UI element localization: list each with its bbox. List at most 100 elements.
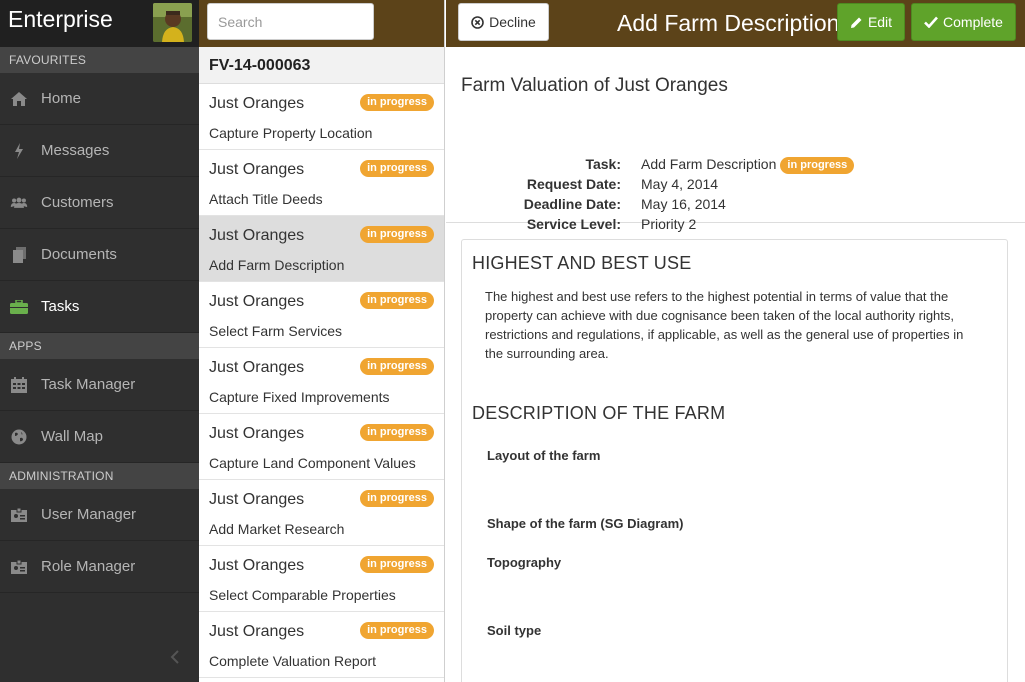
task-item-title: Just Oranges	[209, 359, 305, 376]
task-item-subtitle: Complete Valuation Report	[209, 653, 377, 669]
status-badge: in progress	[360, 292, 434, 309]
search-input[interactable]	[207, 3, 374, 40]
status-badge: in progress	[360, 556, 434, 573]
task-item-title: Just Oranges	[209, 491, 305, 508]
sidebar-item-task-manager[interactable]: Task Manager	[0, 359, 199, 411]
hbu-paragraph: The highest and best use refers to the h…	[485, 289, 964, 361]
sidebar-item-label: Task Manager	[41, 376, 136, 393]
brand-bar: Enterprise	[0, 0, 199, 47]
task-row: Task: Add Farm Description in progress	[446, 156, 1006, 176]
app-title: Enterprise	[8, 6, 113, 32]
collapse-sidebar-icon[interactable]	[170, 650, 180, 664]
sidebar-item-label: Messages	[41, 142, 110, 159]
task-item-subtitle: Capture Fixed Improvements	[209, 389, 390, 405]
list-item[interactable]: Just Oranges in progress Capture Property …	[199, 84, 444, 150]
sidebar-item-label: User Manager	[41, 506, 137, 523]
status-badge: in progress	[360, 358, 434, 375]
soil-type-field-label: Soil type	[487, 623, 542, 638]
section-favourites: FAVOURITES	[0, 47, 199, 73]
topography-field-label: Topography	[487, 555, 562, 570]
sidebar-item-home[interactable]: Home	[0, 73, 199, 125]
sidebar-item-messages[interactable]: Messages	[0, 125, 199, 177]
status-badge: in progress	[780, 157, 855, 174]
search-bar	[199, 0, 444, 47]
task-list-pane: FV-14-000063 Just Oranges in progress Capt…	[199, 0, 445, 682]
status-badge: in progress	[360, 490, 434, 507]
task-item-subtitle: Select Farm Services	[209, 323, 343, 339]
task-summary: Farm Valuation of Just Oranges Task: Add…	[446, 47, 1025, 232]
task-value: Add Farm Description in progress	[641, 156, 855, 174]
sidebar-item-label: Tasks	[41, 298, 80, 315]
sidebar-item-wall-map[interactable]: Wall Map	[0, 411, 199, 463]
task-item-subtitle: Add Market Research	[209, 521, 345, 537]
section-administration: ADMINISTRATION	[0, 463, 199, 489]
list-item[interactable]: Just Oranges in progress Select Comparable…	[199, 546, 444, 612]
request-date-value: May 4, 2014	[641, 176, 719, 192]
deadline-date-key: Deadline Date:	[523, 196, 621, 212]
complete-button[interactable]: Complete	[911, 3, 1016, 41]
task-item-title: Just Oranges	[209, 161, 305, 178]
list-item[interactable]: Just Oranges in progress Complete Valuatio…	[199, 612, 444, 678]
documents-icon	[10, 246, 28, 264]
task-list: Just Oranges in progress Capture Property …	[199, 84, 444, 678]
case-id-header: FV-14-000063	[199, 47, 444, 84]
lightning-icon	[10, 142, 28, 160]
avatar[interactable]	[153, 3, 192, 42]
farm-description-heading: DESCRIPTION OF THE FARM	[472, 403, 726, 423]
task-item-title: Just Oranges	[209, 95, 305, 112]
decline-button[interactable]: Decline	[458, 3, 549, 41]
list-item[interactable]: Just Oranges in progress Capture Land Comp…	[199, 414, 444, 480]
list-item[interactable]: Just Oranges in progress Add Market Resear…	[199, 480, 444, 546]
status-badge: in progress	[360, 160, 434, 177]
service-level-key: Service Level:	[526, 216, 621, 232]
sidebar-item-label: Wall Map	[41, 428, 103, 445]
sidebar-item-role-manager[interactable]: Role Manager	[0, 541, 199, 593]
summary-heading: Farm Valuation of Just Oranges	[461, 75, 728, 96]
sidebar-item-tasks[interactable]: Tasks	[0, 281, 199, 333]
task-item-title: Just Oranges	[209, 293, 305, 310]
deadline-date-value: May 16, 2014	[641, 196, 726, 212]
sidebar-item-label: Documents	[41, 246, 117, 263]
page-title: Add Farm Description	[617, 10, 838, 36]
list-item[interactable]: Just Oranges in progress Select Farm Servi…	[199, 282, 444, 348]
service-level-row: Service Level: Priority 2	[446, 216, 1006, 236]
task-item-subtitle: Attach Title Deeds	[209, 191, 323, 207]
list-item[interactable]: Just Oranges in progress Add Farm Descript…	[199, 216, 444, 282]
task-item-subtitle: Select Comparable Properties	[209, 587, 396, 603]
sidebar-item-customers[interactable]: Customers	[0, 177, 199, 229]
sidebar-item-label: Customers	[41, 194, 114, 211]
sidebar-item-documents[interactable]: Documents	[0, 229, 199, 281]
sidebar-item-user-manager[interactable]: User Manager	[0, 489, 199, 541]
hbu-heading: HIGHEST AND BEST USE	[472, 253, 692, 273]
task-item-subtitle: Add Farm Description	[209, 257, 345, 273]
task-item-title: Just Oranges	[209, 425, 305, 442]
complete-label: Complete	[943, 14, 1003, 30]
list-item[interactable]: Just Oranges in progress Capture Fixed Imp…	[199, 348, 444, 414]
briefcase-icon	[10, 298, 28, 316]
decline-label: Decline	[489, 14, 536, 30]
description-card: HIGHEST AND BEST USE The highest and bes…	[461, 239, 1008, 682]
status-badge: in progress	[360, 94, 434, 111]
checkmark-icon	[924, 16, 939, 28]
request-date-key: Request Date:	[526, 176, 621, 192]
task-item-title: Just Oranges	[209, 227, 305, 244]
sidebar: Enterprise FAVOURITES Home Messages Cust…	[0, 0, 199, 682]
task-item-subtitle: Capture Property Location	[209, 125, 373, 141]
list-item[interactable]: Just Oranges in progress Attach Title Deed…	[199, 150, 444, 216]
layout-field-label: Layout of the farm	[487, 448, 601, 463]
request-date-row: Request Date: May 4, 2014	[446, 176, 1006, 196]
calendar-icon	[10, 376, 28, 394]
section-apps: APPS	[0, 333, 199, 359]
pencil-icon	[850, 16, 863, 29]
sidebar-item-label: Role Manager	[41, 558, 136, 575]
deadline-date-row: Deadline Date: May 16, 2014	[446, 196, 1006, 216]
close-circle-icon	[471, 15, 484, 29]
edit-button[interactable]: Edit	[837, 3, 905, 41]
detail-toolbar: Decline Add Farm Description Edit Comple…	[446, 0, 1025, 47]
task-item-title: Just Oranges	[209, 623, 305, 640]
sidebar-item-label: Home	[41, 90, 82, 107]
task-key: Task:	[585, 156, 621, 172]
globe-icon	[10, 428, 28, 446]
task-item-title: Just Oranges	[209, 557, 305, 574]
id-card-icon	[10, 506, 28, 524]
